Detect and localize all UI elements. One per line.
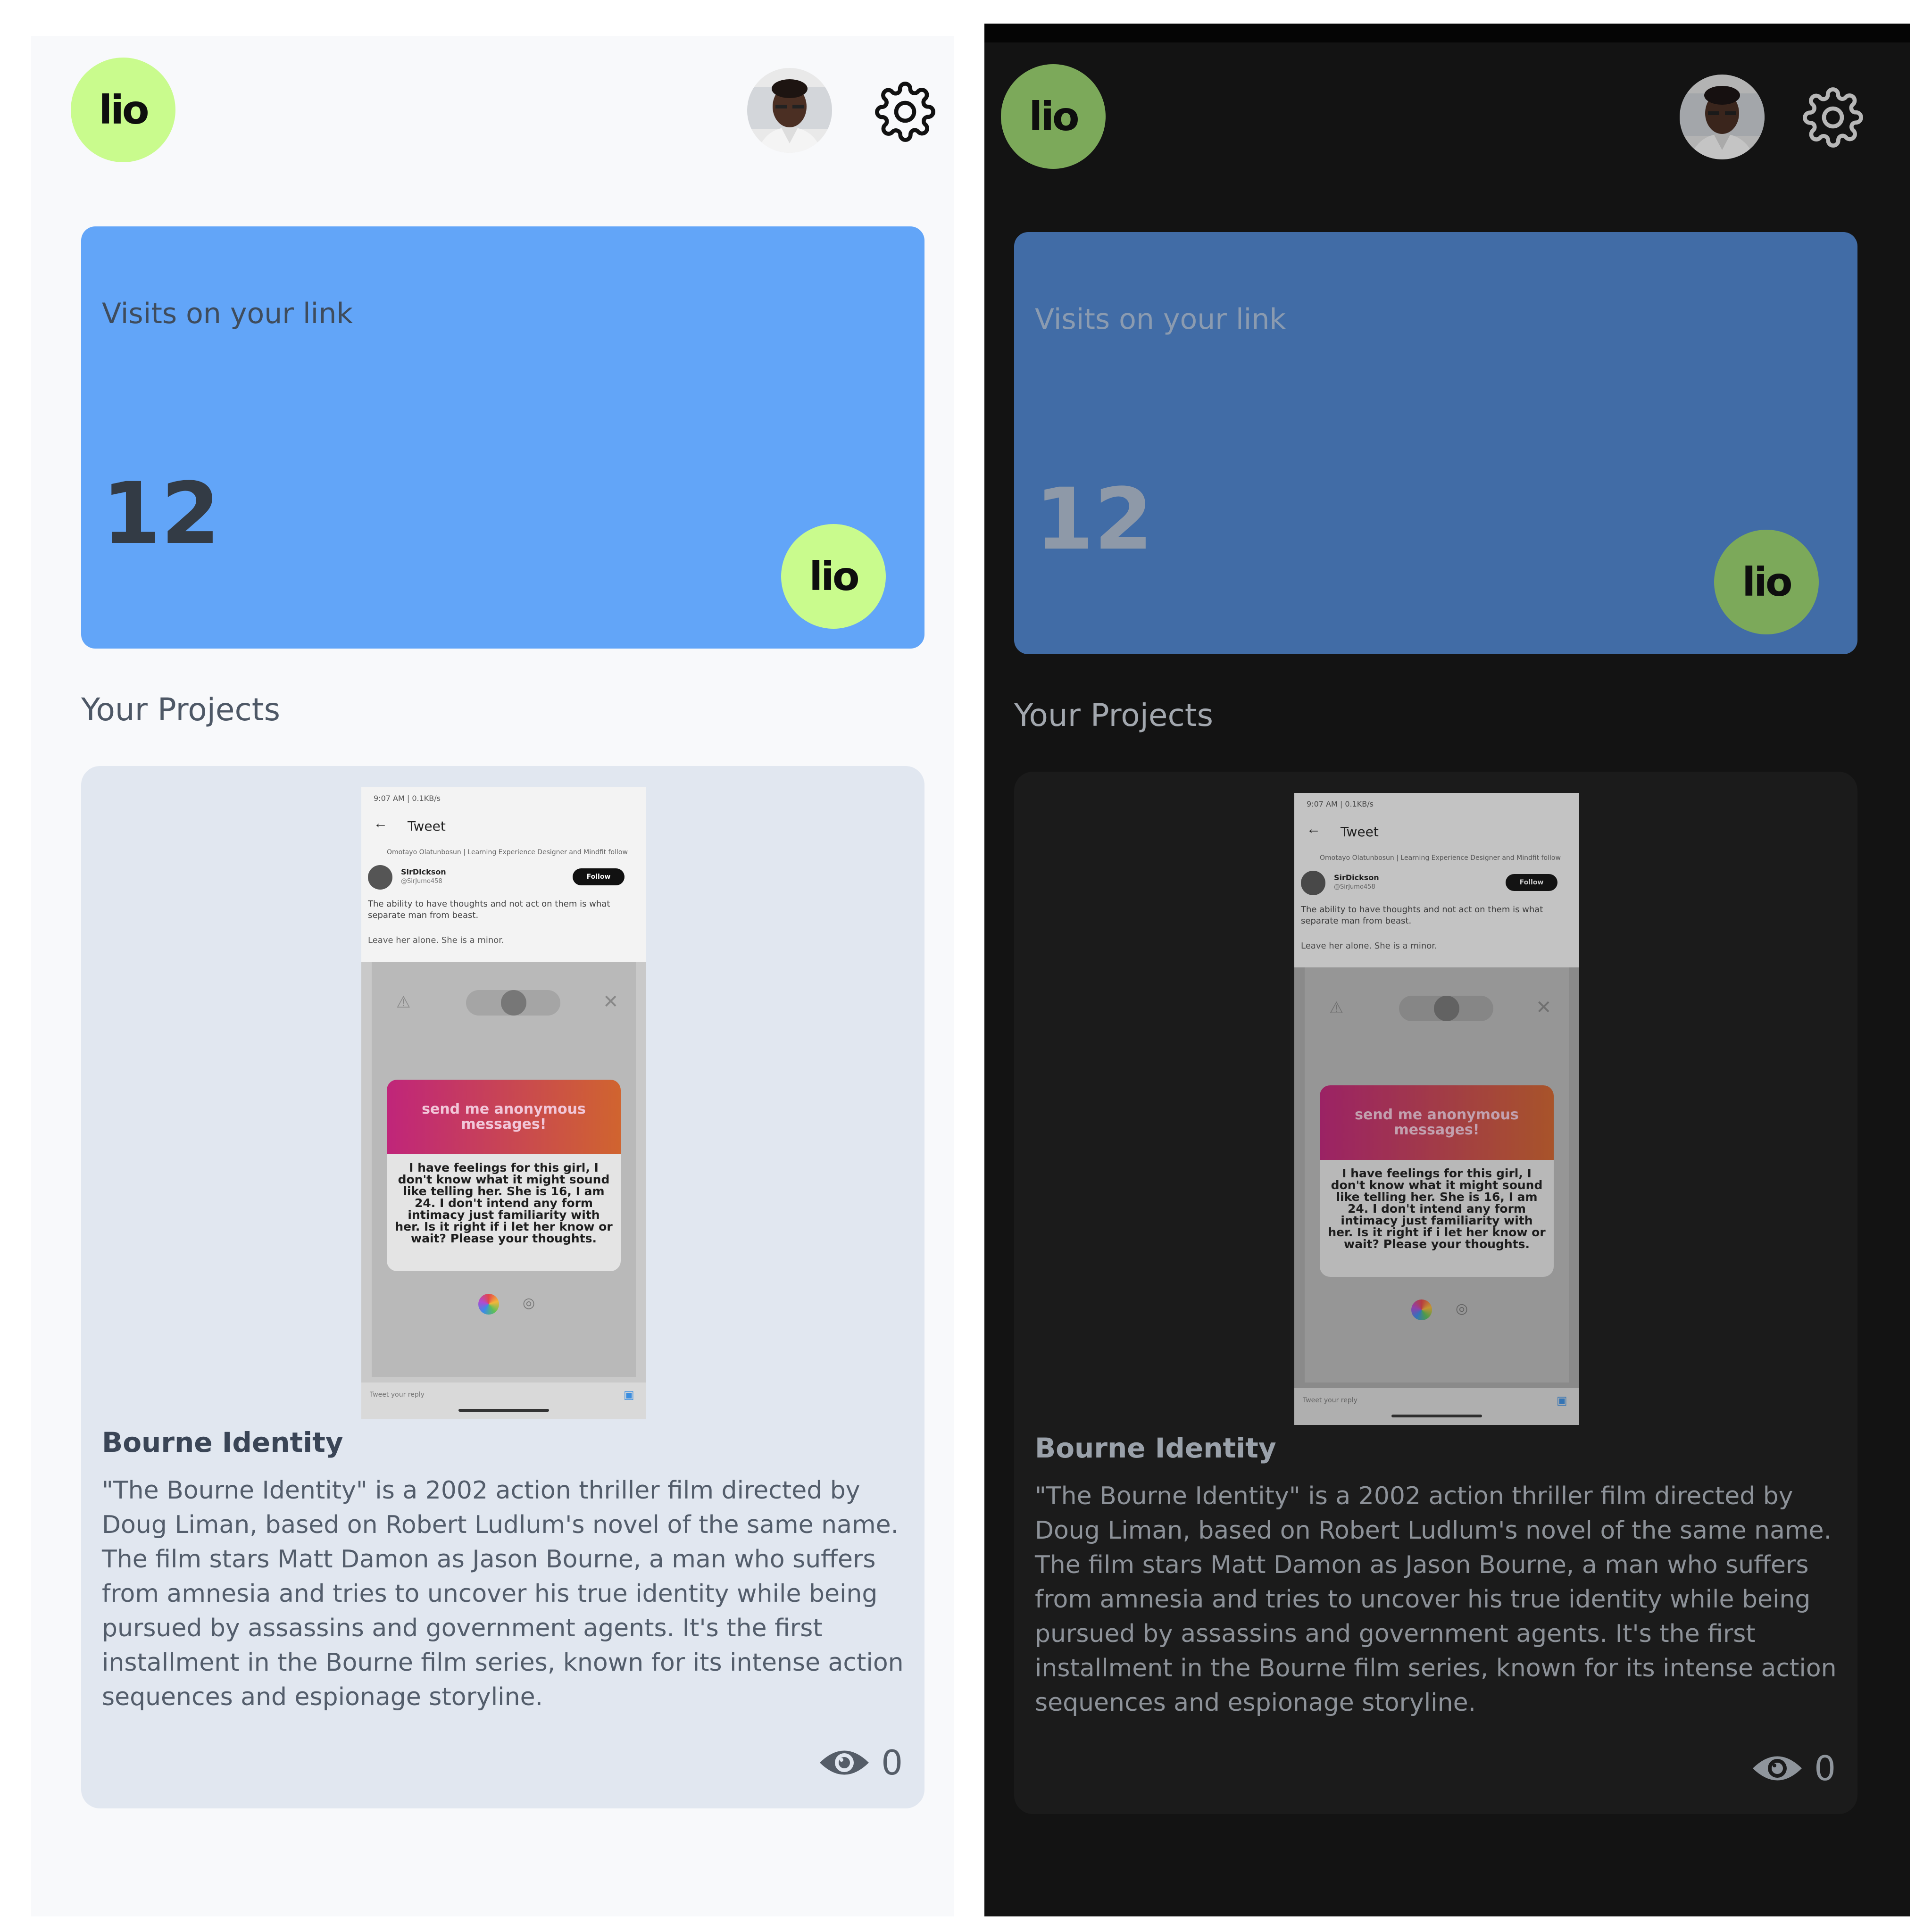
app-logo[interactable]: lio <box>1001 64 1106 169</box>
thumbnail-follow-button: Follow <box>573 868 625 885</box>
project-title: Bourne Identity <box>1035 1432 1276 1464</box>
views-count: 0 <box>881 1743 903 1782</box>
thumbnail-toggle <box>1399 996 1493 1021</box>
settings-gear-icon[interactable] <box>874 81 936 142</box>
thumbnail-user-handle: @SirJumo458 <box>1334 883 1375 891</box>
thumbnail-user-name: SirDickson <box>401 867 446 876</box>
thumbnail-camera-icon: ◎ <box>1456 1301 1468 1316</box>
thumbnail-retweet-line: Omotayo Olatunbosun | Learning Experienc… <box>1320 854 1561 862</box>
thumbnail-camera-icon: ◎ <box>523 1295 535 1311</box>
user-avatar[interactable] <box>1680 75 1765 159</box>
app-logo-text: lio <box>99 87 149 133</box>
card-logo: lio <box>1714 530 1819 634</box>
user-avatar[interactable] <box>747 68 832 153</box>
project-description: "The Bourne Identity" is a 2002 action t… <box>1035 1482 1837 1717</box>
card-logo-text: lio <box>1742 559 1792 605</box>
app-logo[interactable]: lio <box>71 58 175 162</box>
project-views: 0 <box>1751 1751 1836 1786</box>
thumbnail-back-arrow-icon: ← <box>374 816 388 831</box>
project-description: "The Bourne Identity" is a 2002 action t… <box>102 1476 904 1711</box>
thumbnail-status-bar: 9:07 AM | 0.1KB/s <box>374 794 441 803</box>
thumbnail-message-header: send me anonymous messages! <box>387 1080 621 1154</box>
thumbnail-screen-title: Tweet <box>1341 824 1379 840</box>
thumbnail-home-indicator <box>1391 1415 1482 1417</box>
thumbnail-back-arrow-icon: ← <box>1307 821 1321 837</box>
thumbnail-color-picker-icon <box>478 1294 499 1315</box>
thumbnail-tweet-text-2: Leave her alone. She is a minor. <box>368 935 504 945</box>
thumbnail-warning-icon: ⚠ <box>396 993 411 1011</box>
thumbnail-image-icon: ▣ <box>1557 1394 1567 1407</box>
thumbnail-message-card: send me anonymous messages! I have feeli… <box>387 1080 621 1271</box>
project-thumbnail[interactable]: 9:07 AM | 0.1KB/s ← Tweet Omotayo Olatun… <box>361 787 646 1419</box>
thumbnail-message-body: I have feelings for this girl, I don't k… <box>395 1161 613 1245</box>
thumbnail-tweet-text: The ability to have thoughts and not act… <box>1301 905 1543 926</box>
thumbnail-reply-bar: Tweet your reply ▣ <box>361 1382 646 1419</box>
thumbnail-toggle <box>466 990 560 1016</box>
thumbnail-reply-placeholder: Tweet your reply <box>370 1391 425 1399</box>
thumbnail-screenshot: 9:07 AM | 0.1KB/s ← Tweet Omotayo Olatun… <box>361 787 646 1419</box>
thumbnail-follow-button: Follow <box>1506 874 1557 891</box>
thumbnail-screen-title: Tweet <box>408 818 446 834</box>
eye-icon <box>1753 1756 1802 1781</box>
thumbnail-tweet-area: 9:07 AM | 0.1KB/s ← Tweet Omotayo Olatun… <box>1294 793 1579 967</box>
visits-card[interactable]: Visits on your link 12 lio <box>81 226 924 649</box>
project-thumbnail[interactable]: 9:07 AM | 0.1KB/s ← Tweet Omotayo Olatun… <box>1294 793 1579 1425</box>
project-card[interactable]: 9:07 AM | 0.1KB/s ← Tweet Omotayo Olatun… <box>81 766 924 1808</box>
light-theme-screen: lio Visits on your link 12 lio Your Proj… <box>31 36 954 1916</box>
thumbnail-reply-bar: Tweet your reply ▣ <box>1294 1388 1579 1425</box>
status-bar <box>984 24 1910 42</box>
thumbnail-status-bar: 9:07 AM | 0.1KB/s <box>1307 799 1374 808</box>
visits-label: Visits on your link <box>102 297 353 330</box>
thumbnail-message-body: I have feelings for this girl, I don't k… <box>1328 1166 1546 1251</box>
thumbnail-message-card: send me anonymous messages! I have feeli… <box>1320 1085 1554 1277</box>
thumbnail-screenshot: 9:07 AM | 0.1KB/s ← Tweet Omotayo Olatun… <box>1294 793 1579 1425</box>
visits-count: 12 <box>102 465 220 563</box>
dark-theme-screen: lio Visits on your link 12 lio Your Proj… <box>984 24 1910 1916</box>
views-count: 0 <box>1814 1749 1836 1788</box>
visits-card[interactable]: Visits on your link 12 lio <box>1014 232 1857 654</box>
card-logo-text: lio <box>809 553 859 600</box>
thumbnail-color-picker-icon <box>1411 1299 1432 1320</box>
thumbnail-prompt-overlay: ⚠ ✕ send me anonymous messages! I have f… <box>1305 967 1569 1382</box>
avatar-photo <box>747 68 832 153</box>
visits-label: Visits on your link <box>1035 303 1286 336</box>
thumbnail-close-icon: ✕ <box>603 991 619 1012</box>
visits-count: 12 <box>1035 470 1153 569</box>
thumbnail-image-icon: ▣ <box>624 1389 634 1401</box>
thumbnail-warning-icon: ⚠ <box>1329 999 1344 1017</box>
comparison-stage: lio Visits on your link 12 lio Your Proj… <box>0 0 1932 1932</box>
thumbnail-user-handle: @SirJumo458 <box>401 878 442 885</box>
project-views: 0 <box>818 1745 903 1780</box>
thumbnail-tweet-text-2: Leave her alone. She is a minor. <box>1301 941 1437 951</box>
thumbnail-tweet-text: The ability to have thoughts and not act… <box>368 899 610 920</box>
project-card[interactable]: 9:07 AM | 0.1KB/s ← Tweet Omotayo Olatun… <box>1014 772 1857 1814</box>
thumbnail-prompt-overlay: ⚠ ✕ send me anonymous messages! I have f… <box>372 962 636 1377</box>
thumbnail-reply-placeholder: Tweet your reply <box>1303 1397 1357 1404</box>
thumbnail-home-indicator <box>458 1409 549 1412</box>
thumbnail-message-header: send me anonymous messages! <box>1320 1085 1554 1160</box>
projects-section-title: Your Projects <box>81 691 281 728</box>
thumbnail-toggle-knob <box>1434 996 1459 1021</box>
eye-icon <box>820 1750 869 1775</box>
projects-section-title: Your Projects <box>1014 697 1214 733</box>
thumbnail-toggle-knob <box>501 990 526 1016</box>
card-logo: lio <box>781 524 886 629</box>
thumbnail-user-avatar <box>368 865 392 890</box>
thumbnail-tweet-area: 9:07 AM | 0.1KB/s ← Tweet Omotayo Olatun… <box>361 787 646 962</box>
thumbnail-user-avatar <box>1301 871 1325 895</box>
app-logo-text: lio <box>1029 93 1079 140</box>
avatar-photo <box>1680 75 1765 159</box>
settings-gear-icon[interactable] <box>1802 87 1864 148</box>
thumbnail-close-icon: ✕ <box>1536 997 1552 1018</box>
thumbnail-user-name: SirDickson <box>1334 873 1379 882</box>
thumbnail-retweet-line: Omotayo Olatunbosun | Learning Experienc… <box>387 849 628 856</box>
project-title: Bourne Identity <box>102 1426 343 1458</box>
